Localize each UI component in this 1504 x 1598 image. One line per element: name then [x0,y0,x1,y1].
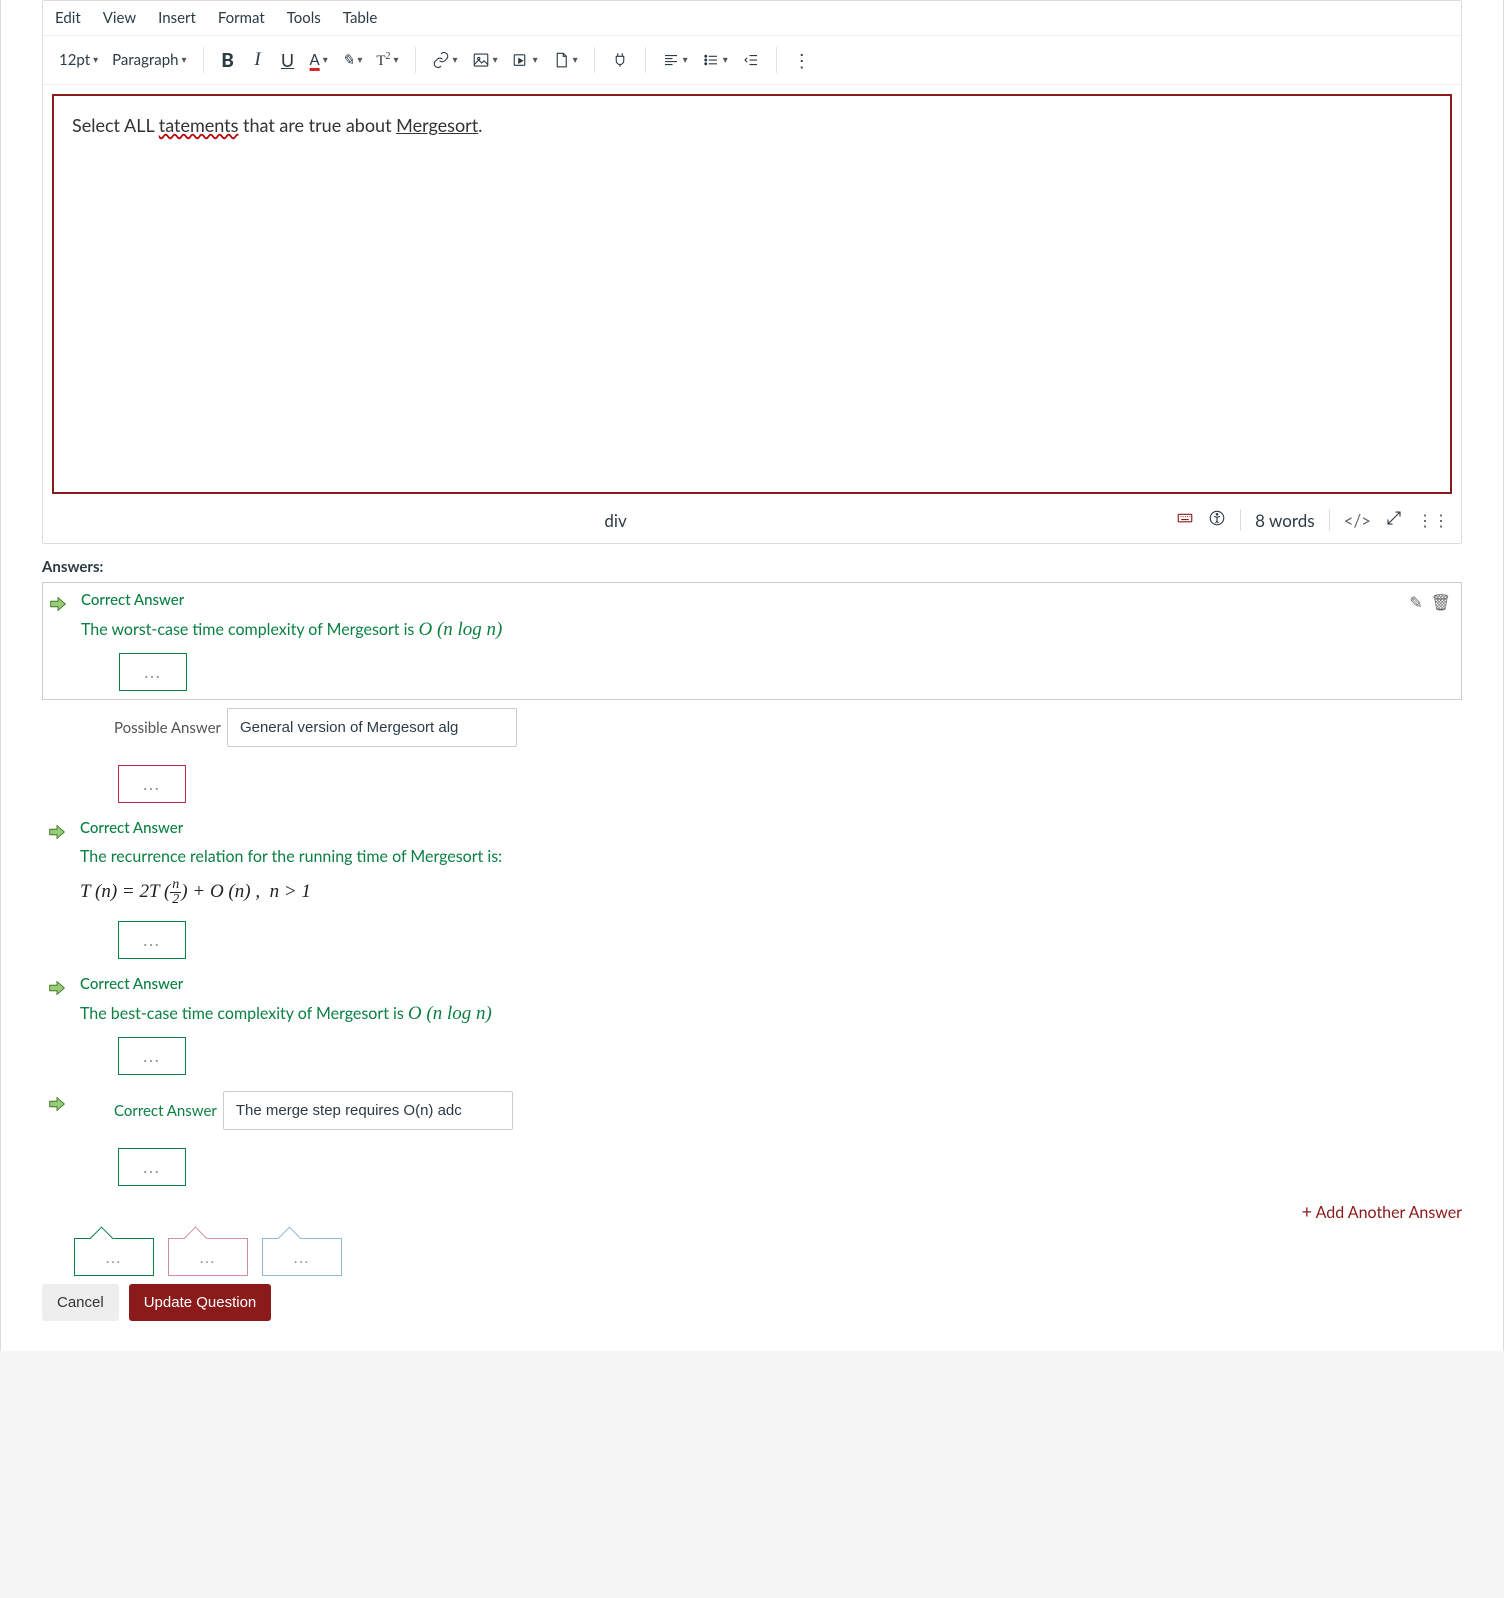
answer-text-input[interactable] [223,1091,513,1130]
outdent-button[interactable] [736,42,766,78]
rich-text-editor: Edit View Insert Format Tools Table 12pt… [42,0,1462,544]
answer-row: Correct Answer ... [42,1083,1462,1194]
correct-arrow-icon[interactable] [47,593,69,615]
plug-icon [611,51,629,69]
answer-text[interactable]: The best-case time complexity of Mergeso… [80,1003,1454,1025]
editor-toolbar: 12pt▾ Paragraph▾ B I U A▾ ✎▾ T2▾ ▾ ▾ ▾ ▾ [43,36,1461,85]
delete-answer-icon[interactable]: 🗑 [1431,593,1451,612]
answer-row: Possible Answer ... [42,700,1462,811]
answer-comment-box[interactable]: ... [118,1148,186,1186]
cancel-button[interactable]: Cancel [42,1284,119,1321]
image-icon [472,51,490,69]
editor-content[interactable]: Select ALL tatements that are true about… [52,94,1452,494]
answer-row: Correct Answer The best-case time comple… [42,967,1462,1083]
link-icon [432,51,450,69]
answer-type-label: Possible Answer [114,719,221,737]
answer-type-label: Correct Answer [80,819,1454,837]
align-button[interactable]: ▾ [656,42,694,78]
menu-format[interactable]: Format [218,9,265,27]
apps-button[interactable] [605,42,635,78]
outdent-icon [742,51,760,69]
answer-text[interactable]: The recurrence relation for the running … [80,847,1454,866]
menu-table[interactable]: Table [343,9,377,27]
edit-answer-icon[interactable]: ✎ [1409,593,1422,612]
menu-view[interactable]: View [103,9,136,27]
editor-menubar: Edit View Insert Format Tools Table [43,1,1461,36]
bold-button[interactable]: B [214,42,242,78]
html-view-button[interactable]: </> [1344,510,1371,531]
answer-comment-box[interactable]: ... [118,765,186,803]
element-path[interactable]: div [55,510,1176,531]
resize-handle[interactable]: ⋮⋮ [1417,511,1449,530]
fullscreen-button[interactable] [1385,509,1403,531]
media-button[interactable]: ▾ [506,42,544,78]
answer-comment-box[interactable]: ... [119,653,187,691]
answer-type-label: Correct Answer [81,591,1453,609]
image-button[interactable]: ▾ [466,42,504,78]
text-color-button[interactable]: A▾ [304,42,334,78]
answers-heading: Answers: [42,558,1462,576]
correct-comment-box[interactable]: ... [74,1238,154,1276]
align-icon [662,51,680,69]
incorrect-comment-box[interactable]: ... [168,1238,248,1276]
add-another-answer[interactable]: + Add Another Answer [42,1194,1462,1232]
answer-text-input[interactable] [227,708,517,747]
answer-row: Correct Answer The worst-case time compl… [42,582,1462,700]
superscript-button[interactable]: T2▾ [370,42,404,78]
link-button[interactable]: ▾ [426,42,464,78]
answer-type-label: Correct Answer [114,1102,217,1120]
answer-comment-box[interactable]: ... [118,1037,186,1075]
keyboard-icon[interactable] [1176,509,1194,531]
highlight-button[interactable]: ✎▾ [336,42,369,78]
document-icon [552,51,570,69]
more-button[interactable]: ⋮ [787,42,817,78]
correct-arrow-icon[interactable] [46,821,68,843]
answer-type-label: Correct Answer [80,975,1454,993]
bullet-list-icon [702,51,720,69]
menu-tools[interactable]: Tools [287,9,321,27]
menu-edit[interactable]: Edit [55,9,81,27]
question-comment-boxes: ... ... ... [74,1238,1462,1276]
neutral-comment-box[interactable]: ... [262,1238,342,1276]
answer-row: Correct Answer The recurrence relation f… [42,811,1462,967]
document-button[interactable]: ▾ [546,42,584,78]
word-count: 8 words [1255,510,1314,531]
underline-button[interactable]: U [274,42,302,78]
media-icon [512,51,530,69]
italic-button[interactable]: I [244,42,272,78]
correct-arrow-icon[interactable] [46,977,68,999]
menu-insert[interactable]: Insert [158,9,196,27]
answer-text[interactable]: The worst-case time complexity of Merges… [81,619,1453,641]
a11y-icon[interactable] [1208,509,1226,531]
editor-status-bar: div 8 words </> ⋮⋮ [43,503,1461,543]
answer-comment-box[interactable]: ... [118,921,186,959]
update-question-button[interactable]: Update Question [129,1284,272,1321]
block-format-select[interactable]: Paragraph▾ [106,42,192,78]
font-size-select[interactable]: 12pt▾ [53,42,104,78]
list-button[interactable]: ▾ [696,42,734,78]
correct-arrow-icon[interactable] [46,1093,68,1115]
